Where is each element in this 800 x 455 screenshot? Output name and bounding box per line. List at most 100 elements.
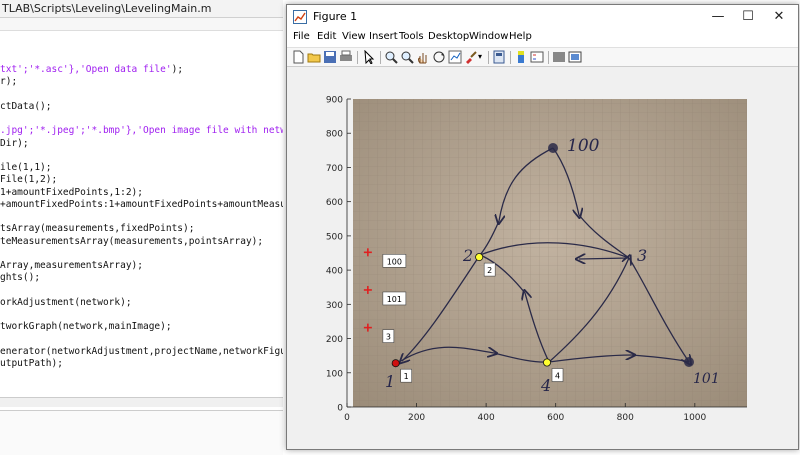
network-point-dot (391, 359, 400, 368)
y-tick-label: 900 (326, 96, 343, 106)
figure-toolbar: ▾ (287, 47, 798, 67)
code-token: ctData(); (0, 100, 52, 112)
zoom-out-icon[interactable] (400, 50, 414, 64)
network-point-dot (542, 358, 551, 367)
code-token: txt';'*.asc'}, (0, 64, 81, 75)
svg-text:4: 4 (540, 376, 551, 395)
code-token: Array,measurementsArray); (0, 260, 143, 271)
editor-toolbar (0, 18, 283, 31)
colorbar-icon[interactable] (514, 50, 528, 64)
data-cursor-icon[interactable] (448, 50, 462, 64)
code-token: .jpg';'*.jpeg';'*.bmp'},'Open image file… (0, 125, 283, 137)
network-point-label: 1 (404, 372, 409, 381)
y-tick-label: 100 (326, 369, 343, 379)
matlab-figure-icon (293, 10, 307, 24)
figure-window: Figure 1 — ☐ ✕ File Edit View Insert Too… (286, 4, 799, 450)
svg-text:2: 2 (462, 246, 473, 265)
menu-insert[interactable]: Insert (369, 31, 398, 42)
code-token: ile(1,1); (0, 162, 52, 173)
fixed-point-label: 101 (387, 295, 402, 304)
command-window[interactable] (0, 410, 283, 455)
code-token: ); (171, 64, 184, 75)
rotate-3d-icon[interactable] (432, 50, 446, 64)
code-line: +amountFixedPoints:1+amountFixedPoints+a… (0, 199, 283, 211)
menu-tools[interactable]: Tools (399, 31, 424, 42)
code-token: 1+amountFixedPoints,1:2); (0, 186, 143, 198)
code-line: txt';'*.asc'},'Open data file'); (0, 64, 283, 76)
code-token: ghts(); (0, 272, 41, 284)
code-line: teMeasurementsArray(measurements,pointsA… (0, 236, 283, 248)
y-tick-label: 0 (337, 404, 343, 414)
code-line: tworkGraph(network,mainImage); (0, 321, 283, 333)
pan-icon[interactable] (416, 50, 430, 64)
x-tick-label: 800 (617, 413, 634, 423)
code-token: utputPath); (0, 358, 63, 369)
code-token: enerator(networkAdjustment,projectName,n… (0, 345, 283, 357)
new-figure-icon[interactable] (291, 50, 305, 64)
menu-bar: File Edit View Insert Tools Desktop Wind… (287, 29, 798, 47)
editor-window: TLAB\Scripts\Leveling\LevelingMain.m txt… (0, 0, 283, 455)
close-button[interactable]: ✕ (763, 5, 795, 29)
menu-edit[interactable]: Edit (317, 31, 336, 42)
plot-axes[interactable]: 100 2 3 1 4 101 0 100 200 300 400 500 600 700 80… (287, 67, 798, 449)
edit-plot-icon[interactable] (362, 50, 376, 64)
code-token: teMeasurementsArray(measurements,pointsA… (0, 235, 264, 247)
y-tick-label: 300 (326, 301, 343, 311)
y-tick-label: 600 (326, 198, 343, 208)
code-token: tsArray(measurements,fixedPoints); (0, 223, 195, 235)
code-token: +amountFixedPoints:1+amountFixedPoints+a… (0, 198, 283, 210)
open-file-icon[interactable] (307, 50, 321, 64)
menu-view[interactable]: View (342, 31, 366, 42)
code-token: r); (0, 76, 18, 88)
code-line: enerator(networkAdjustment,projectName,n… (0, 346, 283, 358)
hide-plot-tools-icon[interactable] (552, 50, 566, 64)
minimize-button[interactable]: — (702, 5, 734, 29)
svg-text:100: 100 (567, 136, 600, 156)
code-token: tworkGraph(network,mainImage); (0, 321, 172, 333)
brush-dropdown-icon[interactable]: ▾ (478, 50, 492, 64)
svg-text:3: 3 (637, 246, 647, 265)
svg-text:1: 1 (385, 372, 395, 391)
menu-file[interactable]: File (293, 31, 310, 42)
figure-titlebar[interactable]: Figure 1 — ☐ ✕ (287, 5, 798, 29)
code-line: utputPath); (0, 358, 283, 370)
x-tick-label: 0 (344, 413, 350, 423)
show-plot-tools-icon[interactable] (568, 50, 582, 64)
code-token: Dir); (0, 137, 29, 149)
network-point-label: 4 (555, 372, 560, 381)
code-line: ctData(); (0, 101, 283, 113)
menu-window[interactable]: Window (469, 31, 508, 42)
link-plot-icon[interactable] (492, 50, 506, 64)
y-tick-label: 500 (326, 232, 343, 242)
code-line: Dir); (0, 138, 283, 150)
x-tick-label: 1000 (683, 413, 706, 423)
code-line: ghts(); (0, 272, 283, 284)
x-tick-label: 200 (408, 413, 425, 423)
x-tick-label: 400 (478, 413, 495, 423)
editor-horizontal-scrollbar[interactable] (0, 397, 283, 407)
code-line: tsArray(measurements,fixedPoints); (0, 223, 283, 235)
legend-icon[interactable] (530, 50, 544, 64)
save-icon[interactable] (323, 50, 337, 64)
y-tick-label: 700 (326, 164, 343, 174)
figure-canvas[interactable]: 100 2 3 1 4 101 0 100 200 300 400 500 600 700 80… (287, 67, 798, 449)
fixed-point-label: 3 (386, 333, 391, 342)
brush-icon[interactable] (464, 50, 478, 64)
code-line: Array,measurementsArray); (0, 260, 283, 272)
print-icon[interactable] (339, 50, 353, 64)
maximize-button[interactable]: ☐ (732, 5, 764, 29)
svg-text:101: 101 (693, 371, 720, 387)
network-point-label: 2 (487, 266, 492, 275)
network-point-dot (475, 253, 484, 262)
zoom-in-icon[interactable] (384, 50, 398, 64)
menu-help[interactable]: Help (509, 31, 532, 42)
menu-desktop[interactable]: Desktop (428, 31, 469, 42)
y-tick-label: 200 (326, 335, 343, 345)
y-tick-label: 800 (326, 130, 343, 140)
